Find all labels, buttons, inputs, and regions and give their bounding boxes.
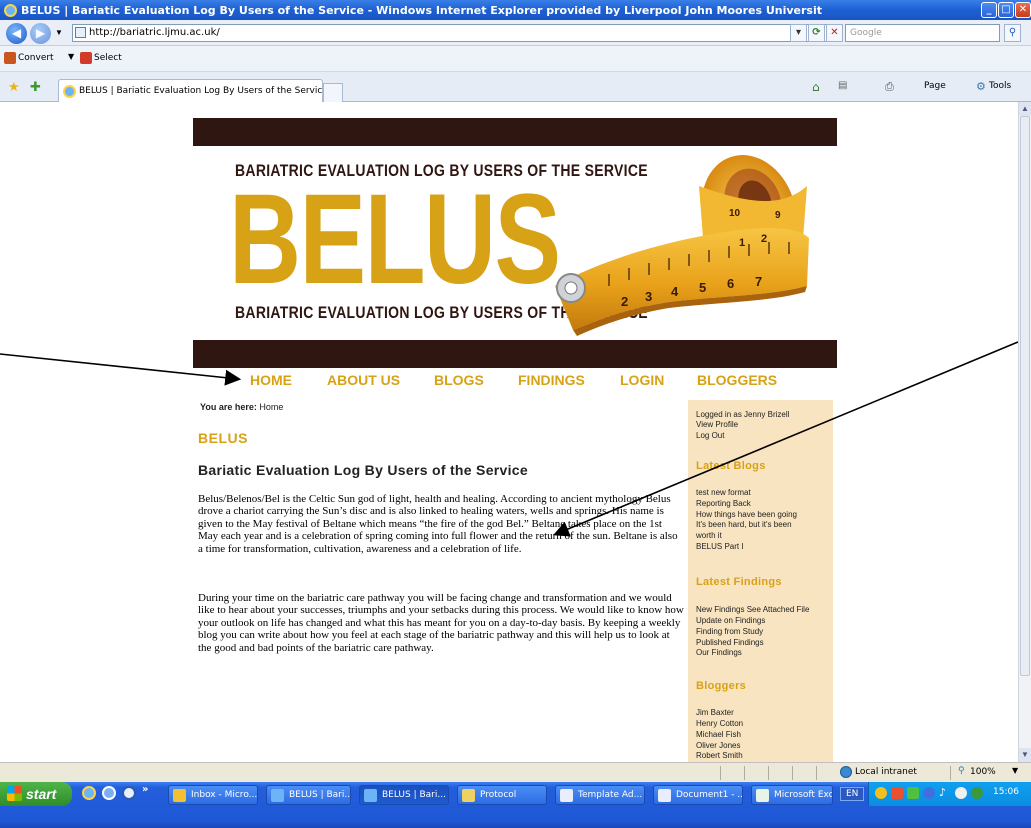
vertical-scrollbar[interactable]: ▲ ▼	[1018, 102, 1031, 762]
home-icon[interactable]: ⌂	[812, 80, 820, 94]
status-divider	[792, 766, 793, 780]
chevron-down-icon[interactable]: ▼	[68, 52, 74, 61]
new-tab-button[interactable]	[323, 83, 343, 102]
add-favorites-icon[interactable]: ✚	[30, 80, 41, 95]
system-tray: ♪ 15:06	[868, 782, 1031, 806]
taskbar-button[interactable]: BELUS | Bari...	[266, 785, 351, 805]
finding-link[interactable]: New Findings See Attached File	[696, 605, 809, 616]
taskbar-button[interactable]: Protocol	[457, 785, 547, 805]
tab-toolbar: ★ ✚ BELUS | Bariatic Evaluation Log By U…	[0, 72, 1031, 102]
language-indicator[interactable]: EN	[840, 787, 865, 801]
start-button[interactable]: start	[0, 782, 72, 806]
maximize-button[interactable]: □	[998, 2, 1014, 18]
tray-icon[interactable]	[875, 787, 887, 799]
minimize-button[interactable]: _	[981, 2, 997, 18]
zoom-level[interactable]: 100%	[970, 767, 996, 777]
annotation-arrow-left	[0, 353, 242, 386]
page-menu[interactable]: Page	[924, 81, 946, 91]
windows-logo-icon	[7, 786, 22, 801]
links-toolbar: Convert ▼ Select	[0, 46, 1031, 72]
bloggers-heading: Bloggers	[696, 680, 747, 692]
tray-icon[interactable]	[971, 787, 983, 799]
blogger-link[interactable]: Jim Baxter	[696, 708, 734, 719]
tray-icon[interactable]	[907, 787, 919, 799]
blogger-link[interactable]: Robert Smith	[696, 751, 743, 762]
word-icon	[658, 789, 671, 802]
tray-icon[interactable]	[923, 787, 935, 799]
globe-icon	[840, 766, 852, 778]
tab-favicon-icon	[63, 85, 76, 98]
address-toolbar: ◀ ▶ ▼ http://bariatric.ljmu.ac.uk/ ▾ ⟳ ✕…	[0, 20, 1031, 46]
zoom-icon: ⚲	[958, 766, 965, 776]
folder-icon	[462, 789, 475, 802]
quicklaunch-media-icon[interactable]	[122, 786, 136, 800]
stop-icon[interactable]: ✕	[826, 24, 843, 42]
annotation-arrows	[0, 341, 1018, 537]
close-button[interactable]: ✕	[1015, 2, 1031, 18]
pathway-paragraph: During your time on the bariatric care p…	[198, 592, 684, 654]
status-divider	[816, 766, 817, 780]
favorites-star-icon[interactable]: ★	[8, 80, 20, 95]
finding-link[interactable]: Update on Findings	[696, 616, 765, 627]
volume-icon[interactable]: ♪	[939, 786, 946, 799]
taskbar-button[interactable]: Template Ad...	[555, 785, 645, 805]
outlook-icon	[173, 789, 186, 802]
excel-icon	[756, 789, 769, 802]
tray-icon[interactable]	[955, 787, 967, 799]
select-icon	[80, 52, 92, 64]
tab-belus[interactable]: BELUS | Bariatic Evaluation Log By Users…	[58, 79, 323, 102]
finding-link[interactable]: Finding from Study	[696, 627, 763, 638]
status-divider	[950, 766, 951, 780]
status-divider	[744, 766, 745, 780]
finding-link[interactable]: Our Findings	[696, 648, 742, 659]
search-input[interactable]: Google	[845, 24, 1000, 42]
print-icon[interactable]: ⎙	[885, 80, 894, 94]
scroll-up-icon[interactable]: ▲	[1019, 102, 1031, 116]
taskbar-button[interactable]: Document1 - ...	[653, 785, 743, 805]
zoom-dropdown-icon[interactable]: ▼	[1012, 766, 1018, 775]
quicklaunch-ie-icon[interactable]	[102, 786, 116, 800]
back-arrow-icon[interactable]: ◀	[6, 23, 27, 44]
address-input[interactable]: http://bariatric.ljmu.ac.uk/	[72, 24, 832, 42]
status-divider	[768, 766, 769, 780]
status-divider	[720, 766, 721, 780]
quicklaunch-ie-icon[interactable]	[82, 786, 96, 800]
gear-icon: ⚙	[976, 80, 986, 93]
feeds-icon[interactable]: ▤	[838, 80, 847, 91]
annotation-arrow-right	[553, 341, 1018, 537]
ie-icon	[271, 789, 284, 802]
taskbar-button[interactable]: BELUS | Bari...	[359, 785, 449, 805]
taskbar-button[interactable]: Microsoft Exc...	[751, 785, 833, 805]
blogger-link[interactable]: Michael Fish	[696, 730, 741, 741]
word-icon	[560, 789, 573, 802]
search-icon[interactable]: ⚲	[1004, 24, 1021, 42]
ie-logo-icon	[4, 3, 17, 17]
page-icon	[75, 27, 86, 38]
window-titlebar: BELUS | Bariatic Evaluation Log By Users…	[0, 0, 1031, 20]
scroll-down-icon[interactable]: ▼	[1019, 748, 1031, 762]
tools-menu[interactable]: Tools	[989, 81, 1011, 91]
select-button[interactable]: Select	[94, 53, 122, 63]
window-title: BELUS | Bariatic Evaluation Log By Users…	[21, 3, 822, 17]
clock[interactable]: 15:06	[993, 787, 1019, 797]
ie-icon	[364, 789, 377, 802]
convert-button[interactable]: Convert	[18, 53, 54, 63]
convert-icon	[4, 52, 16, 64]
address-dropdown-icon[interactable]: ▾	[790, 24, 807, 42]
forward-arrow-icon[interactable]: ▶	[30, 23, 51, 44]
refresh-icon[interactable]: ⟳	[808, 24, 825, 42]
taskbar-button[interactable]: Inbox - Micro...	[168, 785, 258, 805]
status-bar: Local intranet ⚲ 100% ▼	[0, 762, 1031, 782]
scroll-thumb[interactable]	[1020, 116, 1030, 676]
quicklaunch-more-icon[interactable]: »	[142, 784, 148, 795]
history-dropdown-icon[interactable]: ▼	[55, 28, 63, 37]
blogger-link[interactable]: Henry Cotton	[696, 719, 743, 730]
security-zone: Local intranet	[855, 767, 917, 777]
tray-icon[interactable]	[891, 787, 903, 799]
